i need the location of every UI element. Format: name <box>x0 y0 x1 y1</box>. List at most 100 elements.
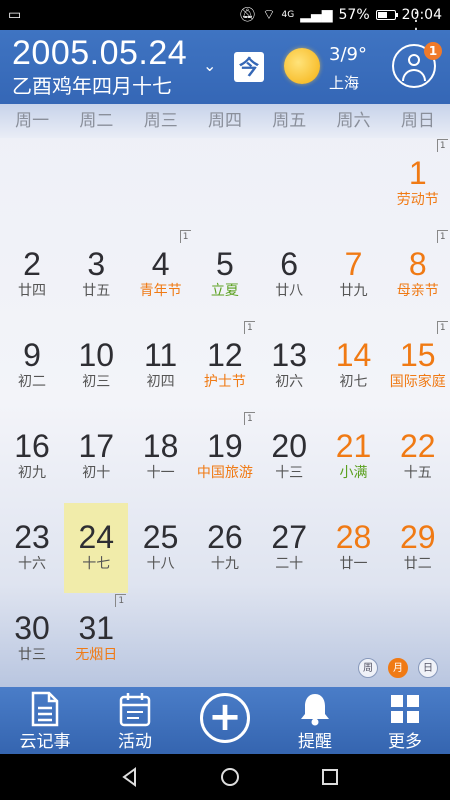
current-date[interactable]: 2005.05.24 <box>12 34 187 73</box>
weekday-header: 周一 周二 周三 周四 周五 周六 周日 <box>0 104 450 138</box>
user-icon-head <box>408 54 420 66</box>
day-cell[interactable]: 17 初十 <box>64 412 128 502</box>
notes-button[interactable]: 云记事 <box>0 687 90 754</box>
weekday-label: 周五 <box>272 111 307 131</box>
activity-button[interactable]: 活动 <box>90 687 180 754</box>
clock: 20:04 <box>401 7 442 23</box>
calendar-icon <box>119 693 151 727</box>
back-icon[interactable] <box>119 766 141 788</box>
grid-icon <box>391 695 419 723</box>
day-cell[interactable]: 27 二十 <box>257 503 321 593</box>
day-number: 12 <box>207 337 243 373</box>
today-button[interactable]: 今 <box>234 52 264 82</box>
day-cell[interactable]: 12 护士节 1 <box>193 321 257 411</box>
recents-icon[interactable] <box>319 766 341 788</box>
add-button[interactable]: + <box>180 687 270 754</box>
day-cell[interactable]: 15 国际家庭 1 <box>386 321 450 411</box>
solar-term-label: 小满 <box>339 465 368 481</box>
lunar-day-label: 廿一 <box>339 556 368 572</box>
day-cell[interactable]: 1 劳动节 1 <box>386 139 450 229</box>
day-number: 17 <box>78 428 115 464</box>
day-cell[interactable]: 28 廿一 <box>322 503 386 593</box>
day-cell[interactable]: 21 小满 <box>322 412 386 502</box>
day-number: 21 <box>335 428 372 464</box>
lunar-day-label: 十五 <box>403 465 432 481</box>
day-cell[interactable]: 16 初九 <box>0 412 64 502</box>
day-cell[interactable]: 14 初七 <box>322 321 386 411</box>
lunar-day-label: 初七 <box>339 374 368 390</box>
day-number: 11 <box>143 337 178 373</box>
day-number: 4 <box>151 246 170 282</box>
more-label: 更多 <box>388 732 422 752</box>
user-icon-body <box>402 69 426 81</box>
more-button[interactable]: 更多 <box>360 687 450 754</box>
reminder-button[interactable]: 提醒 <box>270 687 360 754</box>
day-cell[interactable]: 3 廿五 <box>64 230 128 320</box>
overflow-menu-icon[interactable]: · · · <box>412 5 420 39</box>
chevron-down-icon[interactable]: ⌄ <box>203 56 216 75</box>
signal-icon: ▂▄▆ <box>300 7 333 23</box>
lunar-day-label: 初十 <box>82 465 111 481</box>
day-cell[interactable]: 8 母亲节 1 <box>386 230 450 320</box>
system-nav-bar <box>0 754 450 800</box>
day-cell[interactable]: 23 十六 <box>0 503 64 593</box>
day-number: 1 <box>408 155 427 191</box>
day-cell-today[interactable]: 24 十七 <box>64 503 129 593</box>
lunar-day-label: 初二 <box>18 374 46 390</box>
day-number: 30 <box>14 610 50 646</box>
weekday-label: 周一 <box>15 111 50 131</box>
day-cell[interactable]: 13 初六 <box>257 321 321 411</box>
lunar-date[interactable]: 乙酉鸡年四月十七 <box>12 70 172 99</box>
day-number: 19 <box>207 428 243 464</box>
day-cell[interactable]: 20 十三 <box>257 412 321 502</box>
day-cell[interactable]: 19 中国旅游 1 <box>193 412 257 502</box>
day-cell[interactable]: 30 廿三 <box>0 594 64 684</box>
event-flag-icon: 1 <box>436 321 448 334</box>
day-number: 26 <box>207 519 243 555</box>
day-cell[interactable]: 26 十九 <box>193 503 257 593</box>
lunar-day-label: 二十 <box>275 556 304 572</box>
lunar-day-label: 廿八 <box>275 283 304 299</box>
event-flag-icon: 1 <box>115 594 127 607</box>
day-cell[interactable]: 9 初二 <box>0 321 64 411</box>
bottom-toolbar: 云记事 活动 + 提醒 更多 <box>0 687 450 754</box>
weather-city[interactable]: 上海 <box>329 72 359 93</box>
lunar-day-label: 廿四 <box>18 283 46 299</box>
day-number: 16 <box>14 428 50 464</box>
day-cell[interactable]: 22 十五 <box>386 412 450 502</box>
month-view-toggle[interactable]: 月 <box>388 658 408 678</box>
notification-badge: 1 <box>424 42 442 60</box>
sunny-weather-icon[interactable] <box>284 48 320 84</box>
festival-label: 母亲节 <box>396 283 439 299</box>
home-icon[interactable] <box>219 766 241 788</box>
lunar-day-label: 十六 <box>18 556 46 572</box>
lunar-day-label: 十一 <box>146 465 175 481</box>
day-number: 9 <box>23 337 41 373</box>
weather-temperature[interactable]: 3/9° <box>329 44 367 65</box>
weekday-label: 周三 <box>143 111 178 131</box>
day-cell[interactable]: 25 十八 <box>129 503 193 593</box>
day-cell[interactable]: 5 立夏 <box>193 230 257 320</box>
day-cell[interactable]: 7 廿九 <box>322 230 386 320</box>
lunar-day-label: 初六 <box>275 374 304 390</box>
day-cell[interactable]: 11 初四 <box>129 321 193 411</box>
day-cell[interactable]: 6 廿八 <box>257 230 321 320</box>
day-cell[interactable]: 31 无烟日 1 <box>64 594 128 684</box>
day-cell[interactable]: 10 初三 <box>64 321 128 411</box>
lunar-day-label: 廿九 <box>339 283 368 299</box>
day-cell[interactable]: 4 青年节 1 <box>129 230 193 320</box>
week-view-toggle[interactable]: 周 <box>358 658 378 678</box>
lunar-day-label: 十九 <box>210 556 239 572</box>
lunar-day-label: 廿五 <box>82 283 111 299</box>
day-cell[interactable]: 2 廿四 <box>0 230 64 320</box>
day-number: 31 <box>78 610 115 646</box>
day-view-toggle[interactable]: 日 <box>418 658 438 678</box>
day-cell[interactable]: 29 廿二 <box>386 503 450 593</box>
month-calendar: 周一 周二 周三 周四 周五 周六 周日 1 劳动节 1 2 廿四 3 廿五 4 青年节 1 5 立夏… <box>0 104 450 687</box>
lunar-day-label: 十三 <box>275 465 304 481</box>
day-number: 24 <box>78 519 115 555</box>
day-number: 5 <box>215 246 234 282</box>
day-number: 14 <box>335 337 372 373</box>
festival-label: 劳动节 <box>396 192 439 208</box>
day-cell[interactable]: 18 十一 <box>129 412 193 502</box>
